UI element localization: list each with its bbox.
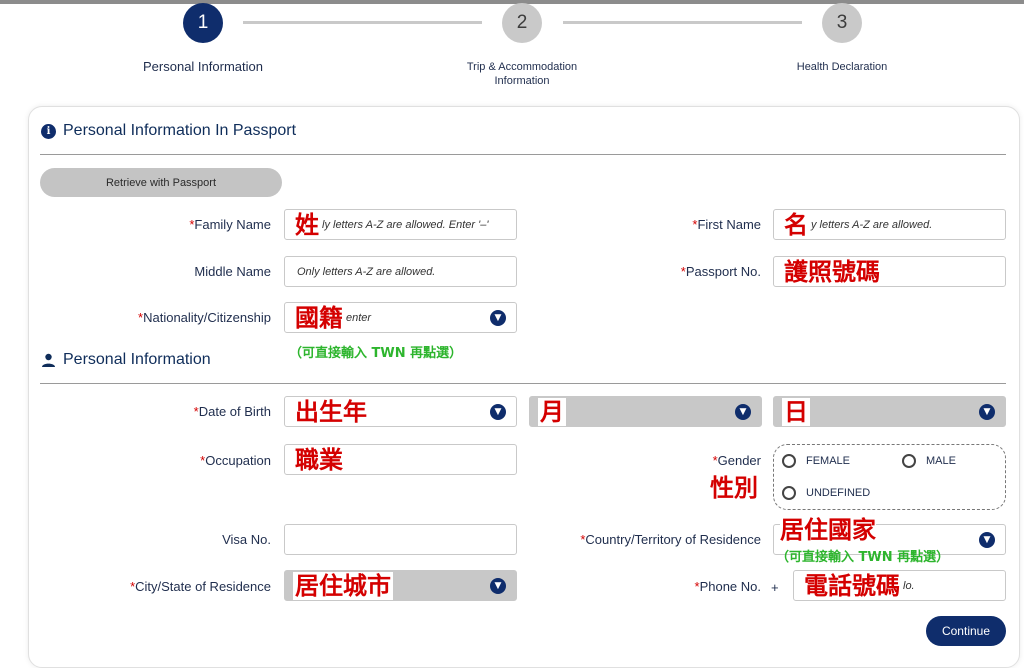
country-residence-note: （可直接輸入 TWN 再點選） bbox=[776, 550, 950, 565]
step-3-number: 3 bbox=[836, 12, 848, 33]
step-1-circle[interactable]: 1 bbox=[183, 3, 223, 43]
nationality-label: *Nationality/Citizenship bbox=[138, 310, 271, 325]
middle-name-label: Middle Name bbox=[194, 264, 271, 279]
family-name-label: *Family Name bbox=[189, 217, 271, 232]
occupation-label-text: Occupation bbox=[205, 453, 271, 468]
chevron-down-icon[interactable]: ▼ bbox=[979, 532, 995, 548]
person-icon bbox=[41, 353, 56, 368]
retrieve-with-passport-button[interactable]: Retrieve with Passport bbox=[40, 168, 282, 197]
gender-annotation: 性別 bbox=[710, 474, 758, 502]
personal-section-title: Personal Information bbox=[41, 351, 211, 369]
dob-month-annotation: 月 bbox=[538, 397, 566, 426]
chevron-down-icon[interactable]: ▼ bbox=[490, 578, 506, 594]
family-name-input[interactable]: 姓 ly letters A-Z are allowed. Enter '–' bbox=[284, 209, 517, 240]
phone-prefix: + bbox=[771, 580, 779, 595]
family-name-label-text: Family Name bbox=[194, 217, 271, 232]
family-name-annotation: 姓 bbox=[293, 210, 321, 239]
step-1-label: Personal Information bbox=[143, 59, 263, 74]
dob-label-text: Date of Birth bbox=[198, 404, 271, 419]
passport-section-title-text: Personal Information In Passport bbox=[63, 122, 297, 139]
gender-option-undefined[interactable]: UNDEFINED bbox=[782, 486, 870, 500]
city-residence-select[interactable]: 居住城市 ▼ bbox=[284, 570, 517, 601]
gender-label: *Gender bbox=[713, 453, 761, 468]
occupation-input[interactable]: 職業 bbox=[284, 444, 517, 475]
nationality-select[interactable]: 國籍 enter ▼ bbox=[284, 302, 517, 333]
step-3-label: Health Declaration bbox=[796, 61, 888, 73]
personal-section-divider bbox=[40, 383, 1006, 384]
first-name-label-text: First Name bbox=[697, 217, 761, 232]
passport-section-divider bbox=[40, 154, 1006, 155]
step-2-circle[interactable]: 2 bbox=[502, 3, 542, 43]
phone-no-label: *Phone No. bbox=[695, 579, 762, 594]
nationality-placeholder: enter bbox=[346, 311, 372, 324]
step-2-label-line1: Trip & Accommodation bbox=[466, 61, 578, 73]
gender-option-male-label: MALE bbox=[926, 455, 956, 467]
phone-no-input[interactable]: 電話號碼 lo. bbox=[793, 570, 1006, 601]
visa-no-label: Visa No. bbox=[222, 532, 271, 547]
dob-month-select[interactable]: 月 ▼ bbox=[529, 396, 762, 427]
country-residence-label: *Country/Territory of Residence bbox=[580, 532, 761, 547]
visa-no-input[interactable] bbox=[284, 524, 517, 555]
family-name-placeholder: ly letters A-Z are allowed. Enter '–' bbox=[322, 218, 489, 231]
passport-no-annotation: 護照號碼 bbox=[782, 257, 882, 286]
gender-option-female[interactable]: FEMALE bbox=[782, 454, 850, 468]
passport-section-title: i Personal Information In Passport bbox=[41, 122, 296, 140]
nationality-note: （可直接輸入 TWN 再點選） bbox=[289, 342, 463, 361]
gender-option-undefined-label: UNDEFINED bbox=[806, 487, 871, 499]
radio-circle-icon[interactable] bbox=[782, 486, 796, 500]
continue-button[interactable]: Continue bbox=[926, 616, 1006, 646]
step-1-number: 1 bbox=[197, 12, 209, 33]
nationality-annotation: 國籍 bbox=[293, 303, 345, 332]
dob-year-select[interactable]: 出生年 ▼ bbox=[284, 396, 517, 427]
radio-circle-icon[interactable] bbox=[782, 454, 796, 468]
middle-name-input[interactable]: Only letters A-Z are allowed. bbox=[284, 256, 517, 287]
phone-no-placeholder: lo. bbox=[903, 579, 915, 592]
step-2-label-line2: Information bbox=[494, 75, 550, 87]
passport-no-label-text: Passport No. bbox=[685, 264, 761, 279]
step-2-label: Trip & Accommodation Information bbox=[432, 60, 612, 88]
country-residence-label-text: Country/Territory of Residence bbox=[585, 532, 761, 547]
dob-year-annotation: 出生年 bbox=[293, 397, 369, 426]
dob-label: *Date of Birth bbox=[194, 404, 271, 419]
step-connector-1 bbox=[243, 21, 482, 24]
first-name-label: *First Name bbox=[692, 217, 761, 232]
gender-option-male[interactable]: MALE bbox=[902, 454, 956, 468]
phone-no-label-text: Phone No. bbox=[699, 579, 761, 594]
chevron-down-icon[interactable]: ▼ bbox=[735, 404, 751, 420]
dob-day-annotation: 日 bbox=[782, 397, 810, 426]
country-residence-annotation: 居住國家 bbox=[780, 516, 876, 544]
radio-circle-icon[interactable] bbox=[902, 454, 916, 468]
dob-day-select[interactable]: 日 ▼ bbox=[773, 396, 1006, 427]
step-connector-2 bbox=[563, 21, 802, 24]
passport-no-label: *Passport No. bbox=[681, 264, 761, 279]
gender-label-text: Gender bbox=[717, 453, 761, 468]
top-bar bbox=[0, 0, 1024, 4]
step-2-number: 2 bbox=[516, 12, 528, 33]
city-residence-annotation: 居住城市 bbox=[293, 571, 393, 600]
chevron-down-icon[interactable]: ▼ bbox=[490, 404, 506, 420]
first-name-annotation: 名 bbox=[782, 210, 810, 239]
city-residence-label-text: City/State of Residence bbox=[135, 579, 271, 594]
personal-section-title-text: Personal Information bbox=[63, 351, 211, 368]
middle-name-placeholder: Only letters A-Z are allowed. bbox=[297, 265, 436, 278]
phone-no-annotation: 電話號碼 bbox=[802, 571, 902, 600]
chevron-down-icon[interactable]: ▼ bbox=[979, 404, 995, 420]
city-residence-label: *City/State of Residence bbox=[130, 579, 271, 594]
occupation-label: *Occupation bbox=[200, 453, 271, 468]
first-name-placeholder: y letters A-Z are allowed. bbox=[811, 218, 933, 231]
first-name-input[interactable]: 名 y letters A-Z are allowed. bbox=[773, 209, 1006, 240]
nationality-label-text: Nationality/Citizenship bbox=[143, 310, 271, 325]
gender-option-female-label: FEMALE bbox=[806, 455, 851, 467]
chevron-down-icon[interactable]: ▼ bbox=[490, 310, 506, 326]
step-3-circle[interactable]: 3 bbox=[822, 3, 862, 43]
occupation-annotation: 職業 bbox=[293, 445, 345, 474]
passport-no-input[interactable]: 護照號碼 bbox=[773, 256, 1006, 287]
info-icon: i bbox=[41, 123, 56, 139]
